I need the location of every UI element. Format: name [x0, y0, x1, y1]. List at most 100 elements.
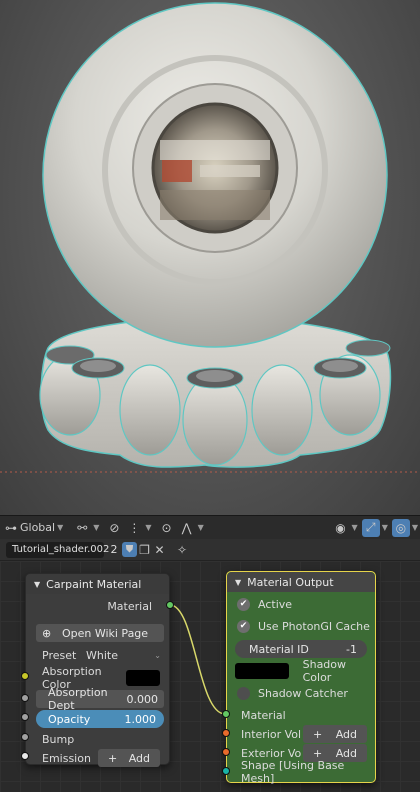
shape-input-row: Shape [Using Base Mesh] — [227, 759, 375, 785]
material-slot-bar: Tutorial_shader.002 2 ⛊ ❐ ✕ ✧ — [0, 539, 420, 561]
pin-icon[interactable]: ✧ — [173, 541, 191, 559]
chevron-down-icon: ▼ — [57, 523, 64, 532]
absorption-depth-value: 0.000 — [126, 692, 159, 706]
shadow-color-label: Shadow Color — [302, 658, 347, 684]
material-link-wire — [169, 604, 226, 715]
eye-icon: ◉ — [335, 520, 346, 535]
carpaint-node-title: Carpaint Material — [46, 577, 142, 591]
proportional-edit-toggle[interactable]: ⊙ — [158, 519, 176, 537]
snap-increment-icon: ⋮ — [128, 520, 141, 535]
active-label: Active — [258, 597, 293, 611]
material-input-label: Material — [241, 708, 286, 722]
absorption-depth-label: Absorption Dept — [48, 686, 108, 712]
pivot-dropdown[interactable]: ⚯ ▼ — [73, 519, 99, 537]
absorption-depth-field[interactable]: Absorption Dept 0.000 — [36, 686, 164, 712]
opacity-value: 1.000 — [124, 712, 157, 726]
output-node-title: Material Output — [247, 575, 334, 589]
interior-volume-socket[interactable] — [222, 729, 230, 737]
collapse-triangle-icon[interactable]: ▼ — [235, 578, 241, 587]
overlay-icon: ◎ — [391, 518, 410, 537]
editor-header: ⊶ Global ▼ ⚯ ▼ ⊘ ⋮ ▼ ⊙ ⋀ ▼ ◉ ▼ ⤢ ▼ ◎ ▼ — [0, 515, 420, 539]
chevron-down-icon: ▼ — [381, 523, 388, 532]
unchecked-box-icon — [237, 686, 250, 700]
close-icon[interactable]: ✕ — [152, 541, 167, 559]
material-id-field[interactable]: Material ID -1 — [235, 640, 367, 658]
material-preview-render — [0, 2, 420, 473]
opacity-label: Opacity — [48, 712, 91, 726]
falloff-dropdown[interactable]: ⋀ ▼ — [178, 519, 204, 537]
link-icon: ⚯ — [77, 520, 88, 535]
photongi-checkbox-row[interactable]: ✔ Use PhotonGI Cache — [227, 617, 375, 635]
checkmark-icon: ✔ — [237, 597, 250, 611]
preset-dropdown[interactable]: White ⌄ — [82, 649, 161, 662]
gizmo-icon: ⤢ — [361, 518, 380, 537]
bump-socket[interactable] — [21, 733, 29, 741]
bump-label: Bump — [42, 732, 75, 746]
plus-icon: + — [313, 727, 323, 741]
interior-volume-row: Interior Volu... + Add — [227, 725, 375, 743]
preset-value: White — [86, 648, 118, 662]
proportional-edit-icon: ⊙ — [161, 520, 172, 535]
material-id-label: Material ID — [249, 642, 309, 656]
interior-volume-label: Interior Volu... — [241, 727, 301, 741]
preset-label: Preset — [42, 648, 77, 662]
carpaint-node-header[interactable]: ▼ Carpaint Material — [26, 574, 169, 594]
opacity-slider[interactable]: Opacity 1.000 — [36, 710, 164, 728]
absorption-color-row: Absorption Color — [26, 665, 169, 691]
output-node-header[interactable]: ▼ Material Output — [227, 572, 375, 592]
visibility-dropdown[interactable]: ◉ ▼ — [332, 519, 358, 537]
material-input-row: Material — [227, 706, 375, 724]
photongi-label: Use PhotonGI Cache — [258, 619, 370, 633]
snap-toggle[interactable]: ⊘ — [105, 519, 123, 537]
absorption-color-socket[interactable] — [21, 672, 29, 680]
shadow-catcher-checkbox-row[interactable]: Shadow Catcher — [227, 684, 375, 702]
material-users-count[interactable]: 2 — [106, 543, 122, 556]
bump-row: Bump — [26, 730, 169, 748]
fake-user-shield-icon[interactable]: ⛊ — [122, 542, 137, 557]
absorption-color-swatch[interactable] — [126, 670, 160, 686]
material-name-field[interactable]: Tutorial_shader.002 — [6, 541, 109, 558]
material-output-node[interactable]: ▼ Material Output ✔ Active ✔ Use PhotonG… — [226, 571, 376, 785]
collapse-triangle-icon[interactable]: ▼ — [34, 580, 40, 589]
chevron-down-icon: ▼ — [197, 523, 204, 532]
chevron-down-icon: ▼ — [145, 523, 152, 532]
chevron-down-icon: ▼ — [351, 523, 358, 532]
plus-icon: + — [313, 746, 323, 760]
duplicate-icon[interactable]: ❐ — [137, 541, 152, 559]
chevron-down-icon: ▼ — [411, 523, 418, 532]
transform-orientation-label: Global — [20, 521, 56, 534]
emission-add-button[interactable]: + Add — [98, 749, 160, 767]
falloff-curve-icon: ⋀ — [181, 520, 192, 535]
node-editor[interactable]: ▼ Carpaint Material Material ⊕ Open Wiki… — [0, 561, 420, 792]
opacity-socket[interactable] — [21, 713, 29, 721]
3d-viewport[interactable] — [0, 0, 420, 515]
carpaint-material-node[interactable]: ▼ Carpaint Material Material ⊕ Open Wiki… — [25, 573, 170, 767]
snap-target-dropdown[interactable]: ⋮ ▼ — [125, 519, 151, 537]
preset-row: Preset White ⌄ — [26, 646, 169, 664]
shadow-catcher-label: Shadow Catcher — [258, 686, 348, 700]
material-id-value: -1 — [346, 642, 357, 656]
active-checkbox-row[interactable]: ✔ Active — [227, 595, 375, 613]
carpaint-output-row: Material — [26, 597, 169, 615]
overlay-toggle[interactable]: ◎ ▼ — [391, 518, 418, 537]
open-wiki-button[interactable]: ⊕ Open Wiki Page — [36, 624, 164, 642]
emission-label: Emission — [42, 751, 91, 765]
transform-orientation-dropdown[interactable]: ⊶ Global ▼ — [2, 519, 63, 537]
chevron-down-icon: ▼ — [93, 523, 100, 532]
exterior-volume-socket[interactable] — [222, 748, 230, 756]
wiki-globe-icon: ⊕ — [42, 626, 52, 640]
carpaint-material-output-socket[interactable] — [166, 601, 174, 609]
emission-socket[interactable] — [21, 752, 29, 760]
shape-input-label: Shape [Using Base Mesh] — [241, 759, 345, 785]
magnet-icon: ⊘ — [109, 520, 120, 535]
interior-add-button[interactable]: + Add — [303, 725, 367, 743]
checkmark-icon: ✔ — [237, 619, 250, 633]
gizmo-toggle[interactable]: ⤢ ▼ — [361, 518, 388, 537]
shadow-color-swatch[interactable] — [235, 663, 289, 679]
absorption-depth-socket[interactable] — [21, 694, 29, 702]
shape-socket[interactable] — [222, 767, 230, 775]
output-material-socket[interactable] — [222, 710, 230, 718]
chevron-down-icon: ⌄ — [154, 650, 161, 660]
shadow-color-row: Shadow Color — [227, 658, 375, 684]
exterior-volume-label: Exterior Vol... — [241, 746, 301, 760]
